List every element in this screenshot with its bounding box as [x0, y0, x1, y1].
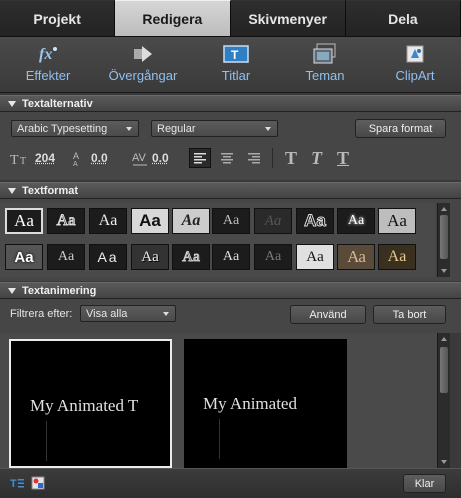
- underline-icon[interactable]: T: [337, 148, 349, 169]
- text-style-swatch[interactable]: Aa: [172, 208, 210, 234]
- svg-text:T: T: [20, 156, 26, 167]
- text-style-swatch[interactable]: Aa: [212, 208, 250, 234]
- kerning-icon: AV: [131, 149, 149, 167]
- animation-scrollbar[interactable]: [437, 333, 450, 468]
- svg-text:fx: fx: [39, 46, 52, 63]
- text-style-swatch[interactable]: Aa: [5, 208, 43, 234]
- animation-list: My Animated T My Animated: [0, 333, 437, 468]
- align-right-button[interactable]: [243, 148, 265, 168]
- align-right-icon: [248, 153, 260, 164]
- align-left-button[interactable]: [189, 148, 211, 168]
- clipart-shapes-icon[interactable]: [30, 475, 46, 494]
- kerning-control[interactable]: AV 0.0: [131, 149, 169, 167]
- align-center-button[interactable]: [216, 148, 238, 168]
- tab-dela[interactable]: Dela: [345, 0, 461, 36]
- align-center-icon: [221, 153, 233, 164]
- text-style-swatch[interactable]: Aa: [47, 208, 85, 234]
- svg-text:T: T: [231, 48, 239, 62]
- scroll-thumb[interactable]: [440, 215, 448, 259]
- themes-button[interactable]: Teman: [280, 41, 370, 83]
- tab-redigera[interactable]: Redigera: [115, 0, 231, 36]
- cursor-line: [46, 421, 47, 461]
- text-style-swatch[interactable]: Aa: [5, 244, 43, 270]
- text-style-swatch[interactable]: Aa: [89, 244, 127, 270]
- scroll-down-icon[interactable]: [441, 269, 447, 273]
- text-style-swatches: Aa Aa Aa Aa Aa Aa Aa Aa Aa Aa Aa Aa Aa A…: [0, 203, 435, 277]
- save-format-button[interactable]: Spara format: [355, 119, 446, 138]
- text-style-swatch[interactable]: Aa: [337, 244, 375, 270]
- leading-icon: AA: [72, 149, 88, 167]
- svg-text:A: A: [73, 161, 78, 167]
- text-format-header[interactable]: Textformat: [0, 182, 461, 199]
- cursor-line: [219, 419, 220, 459]
- text-style-swatch[interactable]: Aa: [254, 208, 292, 234]
- collapse-triangle-icon: [8, 287, 16, 294]
- transitions-button[interactable]: Övergångar: [98, 41, 188, 83]
- remove-button[interactable]: Ta bort: [373, 305, 446, 324]
- text-style-swatch[interactable]: Aa: [89, 208, 127, 234]
- scroll-up-icon[interactable]: [441, 207, 447, 211]
- collapse-triangle-icon: [8, 187, 16, 194]
- animation-thumbnail[interactable]: My Animated: [184, 339, 347, 468]
- animation-thumbnail[interactable]: My Animated T: [9, 339, 172, 468]
- scroll-thumb[interactable]: [440, 347, 448, 393]
- text-style-swatch[interactable]: Aa: [212, 244, 250, 270]
- text-animation-controls: Filtrera efter: Visa alla Använd Ta bort: [0, 299, 461, 333]
- align-left-icon: [194, 153, 206, 164]
- chevron-down-icon: [126, 127, 132, 131]
- text-animation-header[interactable]: Textanimering: [0, 282, 461, 299]
- text-style-swatch[interactable]: Aa: [47, 244, 85, 270]
- text-style-swatch[interactable]: Aa: [254, 244, 292, 270]
- text-style-swatch[interactable]: Aa: [131, 244, 169, 270]
- chevron-down-icon: [163, 312, 169, 316]
- font-size-icon: TT: [10, 149, 32, 167]
- svg-text:AV: AV: [132, 152, 147, 164]
- apply-button[interactable]: Använd: [290, 305, 366, 324]
- filter-label: Filtrera efter:: [10, 308, 73, 320]
- tab-skivmenyer[interactable]: Skivmenyer: [230, 0, 346, 36]
- divider: [272, 148, 273, 168]
- done-button[interactable]: Klar: [403, 474, 446, 493]
- svg-text:T: T: [10, 478, 17, 490]
- italic-icon[interactable]: T: [311, 148, 322, 169]
- font-style-dropdown[interactable]: Regular: [151, 120, 278, 137]
- text-style-swatch[interactable]: Aa: [172, 244, 210, 270]
- transition-arrow-icon: [132, 41, 154, 67]
- bold-icon[interactable]: T: [285, 148, 297, 169]
- fx-icon: fx: [33, 41, 63, 67]
- font-family-dropdown[interactable]: Arabic Typesetting: [11, 120, 139, 137]
- filter-dropdown[interactable]: Visa alla: [80, 305, 176, 322]
- text-list-icon[interactable]: T: [10, 476, 24, 493]
- text-options-header[interactable]: Textalternativ: [0, 95, 461, 112]
- text-style-swatch[interactable]: Aa: [378, 208, 416, 234]
- tab-projekt[interactable]: Projekt: [0, 0, 116, 36]
- scroll-up-icon[interactable]: [441, 337, 447, 341]
- text-options-panel: Arabic Typesetting Regular Spara format …: [0, 112, 461, 180]
- font-size-control[interactable]: TT 204: [10, 149, 55, 167]
- titles-button[interactable]: T Titlar: [191, 41, 281, 83]
- clipart-button[interactable]: ClipArt: [370, 41, 460, 83]
- svg-text:A: A: [73, 151, 79, 161]
- title-icon: T: [223, 41, 249, 67]
- main-tabs: Projekt Redigera Skivmenyer Dela: [0, 0, 461, 37]
- svg-text:T: T: [10, 153, 19, 167]
- collapse-triangle-icon: [8, 100, 16, 107]
- text-format-scrollbar[interactable]: [437, 203, 450, 277]
- effects-button[interactable]: fx Effekter: [3, 41, 93, 83]
- footer-bar: T Klar: [0, 468, 461, 498]
- chevron-down-icon: [265, 127, 271, 131]
- scroll-down-icon[interactable]: [441, 460, 447, 464]
- text-style-swatch[interactable]: Aa: [378, 244, 416, 270]
- clipart-icon: [404, 41, 426, 67]
- edit-toolbar: fx Effekter Övergångar T Titlar Teman Cl…: [0, 37, 461, 93]
- theme-icon: [312, 41, 338, 67]
- text-style-swatch[interactable]: Aa: [337, 208, 375, 234]
- text-style-swatch[interactable]: Aa: [296, 208, 334, 234]
- text-style-swatch[interactable]: Aa: [296, 244, 334, 270]
- leading-control[interactable]: AA 0.0: [72, 149, 108, 167]
- text-style-swatch[interactable]: Aa: [131, 208, 169, 234]
